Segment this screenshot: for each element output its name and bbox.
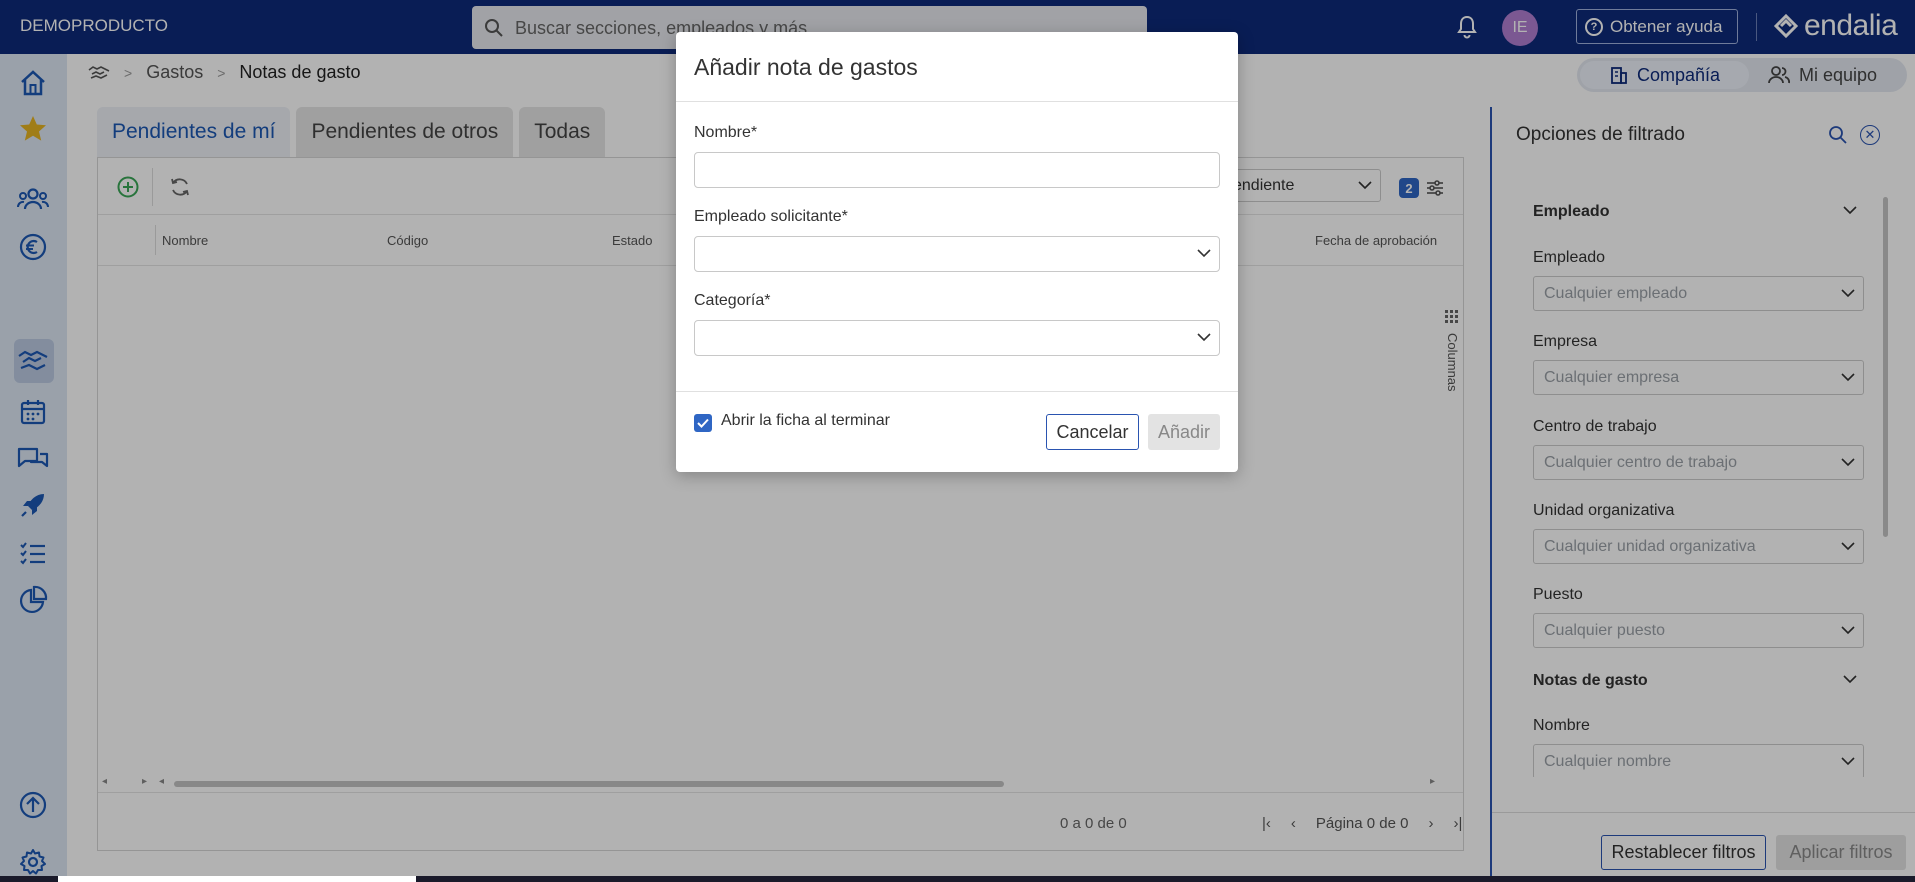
bottom-strip [0,876,1915,882]
bottom-strip-segment [58,876,416,882]
chevron-down-icon [1197,249,1211,258]
category-field-label: Categoría* [694,292,771,309]
chevron-down-icon [1197,333,1211,342]
cancel-button[interactable]: Cancelar [1046,414,1139,450]
open-after-checkbox[interactable] [694,414,712,432]
dialog-divider [676,101,1238,102]
dialog-title: Añadir nota de gastos [694,54,918,80]
employee-select[interactable] [694,236,1220,272]
dialog-divider [676,391,1238,392]
open-after-label[interactable]: Abrir la ficha al terminar [721,412,890,430]
add-expense-note-dialog: Añadir nota de gastos Nombre* Empleado s… [676,32,1238,472]
category-select[interactable] [694,320,1220,356]
name-field-label: Nombre* [694,124,758,141]
checkmark-icon [697,418,709,428]
add-button[interactable]: Añadir [1148,414,1220,450]
name-input[interactable] [694,152,1220,188]
employee-field-label: Empleado solicitante* [694,208,848,225]
